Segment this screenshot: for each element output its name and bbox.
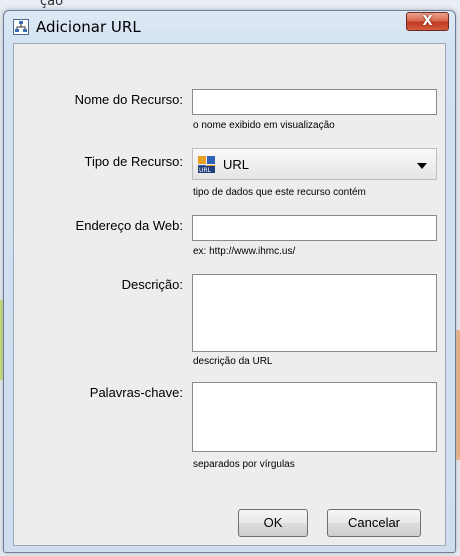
chevron-down-icon (417, 163, 427, 169)
web-address-label: Endereço da Web: (75, 218, 183, 233)
resource-type-value: URL (223, 157, 250, 172)
network-resource-icon (13, 19, 29, 35)
keywords-textarea[interactable] (192, 382, 437, 452)
keywords-label: Palavras-chave: (89, 385, 183, 400)
resource-type-hint: tipo de dados que este recurso contém (193, 187, 366, 198)
dialog-window: Adicionar URL X Nome do Recurso: o nome … (3, 10, 456, 553)
dialog-content: Nome do Recurso: o nome exibido em visua… (13, 43, 446, 546)
close-icon: X (422, 14, 433, 29)
resource-name-input[interactable] (192, 89, 437, 115)
svg-text:URL: URL (199, 167, 212, 174)
web-address-hint: ex: http://www.ihmc.us/ (193, 246, 296, 257)
description-label: Descrição: (121, 277, 183, 292)
resource-type-label: Tipo de Recurso: (84, 154, 183, 169)
url-resource-icon: URL (198, 156, 215, 174)
ok-button[interactable]: OK (238, 509, 308, 537)
web-address-input[interactable] (192, 215, 437, 241)
resource-name-label: Nome do Recurso: (74, 92, 183, 107)
description-textarea[interactable] (192, 274, 437, 352)
description-hint: descrição da URL (193, 356, 273, 367)
resource-type-select[interactable]: URL URL (192, 148, 437, 180)
keywords-hint: separados por vírgulas (193, 459, 295, 470)
close-button[interactable]: X (406, 12, 449, 31)
resource-name-hint: o nome exibido em visualização (193, 120, 335, 131)
window-title: Adicionar URL (36, 18, 141, 36)
background-window-text: ção (40, 0, 64, 9)
title-bar[interactable]: Adicionar URL X (4, 11, 455, 43)
cancel-button[interactable]: Cancelar (327, 509, 421, 537)
